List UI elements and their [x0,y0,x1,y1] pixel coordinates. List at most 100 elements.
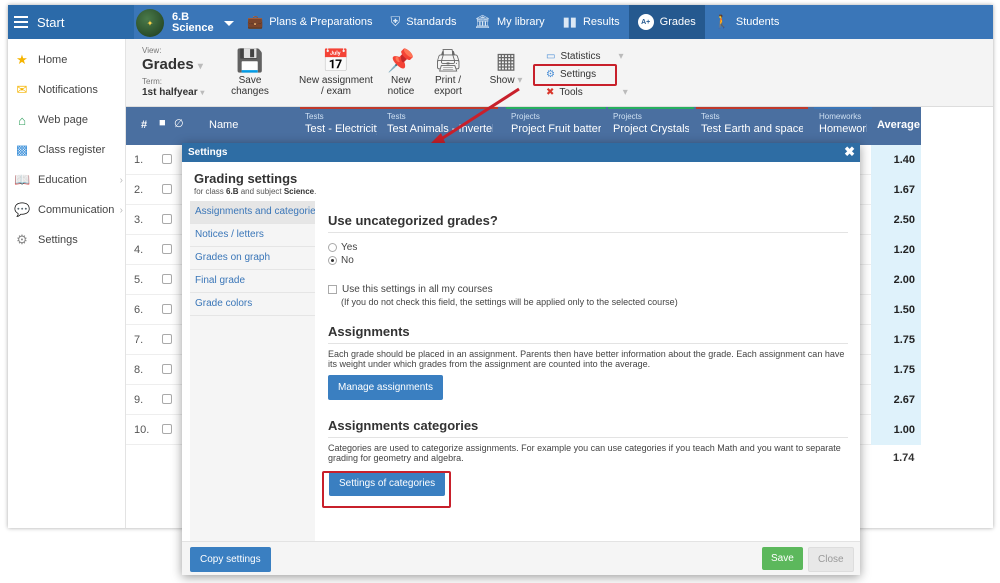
option-no[interactable]: No [328,254,848,267]
settings-nav-assignments[interactable]: Assignments and categories [190,201,315,224]
save-changes-button[interactable]: 💾 Save changes [228,47,272,97]
row-number: 8. [134,364,144,376]
col-name-header: Name [209,119,239,131]
tools-label: Tools [559,86,583,98]
row-checkbox[interactable] [162,304,172,314]
class-selector[interactable]: ✦ 6.B Science [136,9,234,37]
class-name-block: 6.B Science [172,12,214,34]
nav-students[interactable]: 🚶 Students [705,5,789,39]
chevron-down-icon: ▾ [197,61,203,72]
new-notice-line1: New [390,75,411,86]
dialog-header: Settings ✖ [182,143,860,162]
radio-yes[interactable] [328,243,337,252]
row-checkbox[interactable] [162,244,172,254]
column-name: Test Earth and space [701,123,803,135]
radio-no[interactable] [328,256,337,265]
top-navbar: Start ✦ 6.B Science 💼 Plans & Preparatio… [8,5,993,39]
save-line2: changes [231,86,269,97]
calendar-add-icon: 📅 [322,48,350,73]
sidebar-item-notifications[interactable]: ✉ Notifications [8,75,125,105]
column-name: Test - Electricity [305,123,377,135]
column-category: Homeworks [819,112,862,121]
chevron-down-icon: ▾ [622,86,628,98]
option-yes[interactable]: Yes [328,241,848,254]
no-grade-icon: ∅ [174,118,184,130]
column-header[interactable]: Homeworks Homework [814,107,872,145]
close-button[interactable]: Close [808,547,854,572]
row-average: 2.50 [871,205,921,235]
column-header[interactable]: Tests Test - Electricity [300,107,382,145]
subtitle-mid: and subject [238,187,284,196]
manage-assignments-button[interactable]: Manage assignments [328,375,444,400]
settings-nav-notices[interactable]: Notices / letters [190,224,315,247]
book-icon: ▩ [15,142,29,157]
row-checkbox[interactable] [162,424,172,434]
term-value[interactable]: 1st halfyear [142,87,198,98]
settings-nav-grade-colors[interactable]: Grade colors [190,293,315,316]
sidebar-item-label: Communication [38,204,115,216]
nav-label: Results [582,16,620,28]
close-icon[interactable]: ✖ [844,144,855,160]
nav-results[interactable]: ▮▮ Results [554,5,629,39]
view-value: Grades [142,56,194,73]
column-header[interactable]: Tests Test Earth and space [696,107,808,145]
uncategorized-title: Use uncategorized grades? [328,213,848,233]
copy-settings-button[interactable]: Copy settings [190,547,271,572]
subtitle-subject: Science [283,187,315,196]
row-average: 2.00 [871,265,921,295]
nav-label: Standards [406,16,457,28]
nav-standards[interactable]: ⛨ Standards [382,5,466,39]
grading-settings-subtitle: for class 6.B and subject Science. [194,187,316,196]
row-number: 3. [134,214,144,226]
column-category: Tests [701,112,720,121]
dialog-title: Settings [188,147,228,158]
start-button[interactable]: Start [8,5,134,39]
nav-label: Students [735,16,780,28]
sidebar-item-label: Notifications [38,84,98,96]
row-checkbox[interactable] [162,214,172,224]
library-icon: 🏛 [474,14,491,29]
use-all-courses-row[interactable]: Use this settings in all my courses [328,283,848,296]
save-button[interactable]: Save [762,547,803,570]
nav-label: Plans & Preparations [269,16,373,28]
nav-library[interactable]: 🏛 My library [465,5,553,39]
nav-plans[interactable]: 💼 Plans & Preparations [238,5,382,39]
sidebar-item-label: Home [38,54,68,66]
sidebar-item-education[interactable]: 📖 Education › [8,165,125,195]
sidebar-item-communication[interactable]: 💬 Communication › [8,195,125,225]
settings-nav-graph[interactable]: Grades on graph [190,247,315,270]
new-assignment-button[interactable]: 📅 New assignment / exam [291,47,381,97]
envelope-icon: ✉ [16,82,28,97]
row-checkbox[interactable] [162,394,172,404]
row-checkbox[interactable] [162,154,172,164]
row-checkbox[interactable] [162,184,172,194]
sidebar-item-class-register[interactable]: ▩ Class register [8,135,125,165]
statistics-button[interactable]: ▭ Statistics ▾ [546,47,628,65]
nav-grades[interactable]: A+ Grades [628,5,705,39]
sidebar-item-settings[interactable]: ⚙ Settings [8,225,125,255]
column-header[interactable]: Projects Project Crystals [608,107,694,145]
hamburger-icon [14,13,28,31]
chat-icon: 💬 [14,202,31,217]
row-checkbox[interactable] [162,364,172,374]
column-name: Homework [819,123,867,135]
sidebar-item-home[interactable]: ★ Home [8,45,125,75]
assignments-description: Each grade should be placed in an assign… [328,349,845,369]
chevron-right-icon: › [119,174,123,186]
subtitle-end: . [314,187,317,196]
sidebar-item-web-page[interactable]: ⌂ Web page [8,105,125,135]
sidebar-item-label: Education [38,174,87,186]
settings-nav-final-grade[interactable]: Final grade [190,270,315,293]
star-icon: ★ [16,52,28,67]
students-icon: 🚶 [713,14,730,29]
use-all-checkbox[interactable] [328,285,337,294]
sidebar-item-label: Web page [38,114,88,126]
row-average: 1.50 [871,295,921,325]
row-average: 1.75 [871,355,921,385]
row-checkbox[interactable] [162,334,172,344]
row-checkbox[interactable] [162,274,172,284]
chevron-down-icon: ▾ [618,50,624,62]
show-button[interactable]: ▦ Show ▾ [486,47,526,86]
new-notice-button[interactable]: 📌 New notice [384,47,418,97]
view-selector[interactable]: View: Grades ▾ Term: 1st halfyear ▾ [142,45,204,98]
